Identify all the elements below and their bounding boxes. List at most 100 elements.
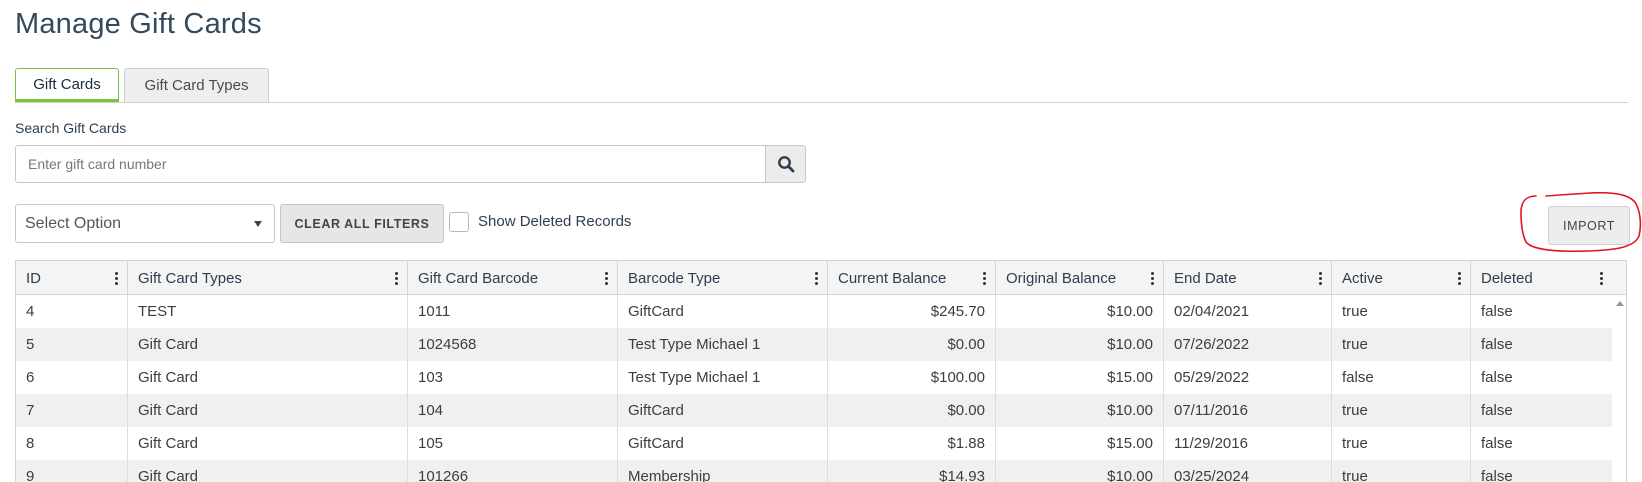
table-row[interactable]: 6 Gift Card 103 Test Type Michael 1 $100.00 $… [16, 361, 1612, 394]
table-cell: Gift Card [128, 361, 408, 394]
table-cell: Gift Card [128, 394, 408, 427]
table-cell: $10.00 [996, 295, 1164, 328]
table-cell: 1011 [408, 295, 618, 328]
table-row[interactable]: 4 TEST 1011 GiftCard $245.70 $10.00 02/04/2021… [16, 295, 1612, 328]
tab-gift-card-types[interactable]: Gift Card Types [124, 68, 269, 102]
column-menu-icon[interactable] [605, 272, 609, 286]
table-cell: false [1481, 435, 1513, 452]
column-menu-icon[interactable] [395, 272, 399, 286]
table-cell: Gift Card [128, 460, 408, 482]
table-cell: false [1481, 468, 1513, 482]
page-title: Manage Gift Cards [15, 8, 262, 40]
table-cell: true [1332, 295, 1471, 328]
column-header-label: Gift Card Barcode [418, 269, 539, 287]
show-deleted-checkbox[interactable] [449, 212, 469, 232]
table-cell: Gift Card [128, 328, 408, 361]
table-row[interactable]: 8 Gift Card 105 GiftCard $1.88 $15.00 11/29/20… [16, 427, 1612, 460]
import-button[interactable]: IMPORT [1548, 206, 1630, 245]
gift-cards-grid: ID Gift Card Types Gift Card Barcode Bar… [15, 260, 1627, 482]
table-cell: 05/29/2022 [1164, 361, 1332, 394]
table-cell: Gift Card [128, 427, 408, 460]
column-header-label: Original Balance [1006, 269, 1117, 287]
vertical-scrollbar[interactable] [1612, 295, 1626, 482]
table-cell: 6 [16, 361, 128, 394]
scroll-up-arrow-icon[interactable] [1616, 301, 1624, 306]
table-row[interactable]: 7 Gift Card 104 GiftCard $0.00 $10.00 07/11/20… [16, 394, 1612, 427]
column-menu-icon[interactable] [115, 272, 119, 286]
table-cell: 07/11/2016 [1164, 394, 1332, 427]
table-cell: false [1481, 336, 1513, 353]
table-cell: $0.00 [828, 394, 996, 427]
table-cell: 5 [16, 328, 128, 361]
table-cell: false [1481, 369, 1513, 386]
table-cell: 105 [408, 427, 618, 460]
column-header-original-balance[interactable]: Original Balance [996, 261, 1164, 295]
table-cell: 103 [408, 361, 618, 394]
table-cell: $15.00 [996, 361, 1164, 394]
clear-all-filters-button[interactable]: CLEAR ALL FILTERS [280, 204, 444, 243]
column-header-label: Current Balance [838, 269, 947, 287]
table-cell: GiftCard [618, 427, 828, 460]
column-header-barcode-type[interactable]: Barcode Type [618, 261, 828, 295]
table-cell: 02/04/2021 [1164, 295, 1332, 328]
table-cell: $0.00 [828, 328, 996, 361]
column-menu-icon[interactable] [983, 272, 987, 286]
table-cell: Test Type Michael 1 [618, 328, 828, 361]
column-menu-icon[interactable] [1600, 272, 1604, 286]
column-menu-icon[interactable] [1151, 272, 1155, 286]
table-cell: true [1332, 328, 1471, 361]
search-input[interactable] [15, 145, 766, 183]
column-header-gift-card-barcode[interactable]: Gift Card Barcode [408, 261, 618, 295]
table-cell: false [1481, 402, 1513, 419]
table-cell: true [1332, 460, 1471, 482]
column-header-end-date[interactable]: End Date [1164, 261, 1332, 295]
table-cell: $245.70 [828, 295, 996, 328]
table-cell: 101266 [408, 460, 618, 482]
table-cell: 8 [16, 427, 128, 460]
table-cell: 1024568 [408, 328, 618, 361]
table-cell: Test Type Michael 1 [618, 361, 828, 394]
filter-select-value: Select Option [25, 214, 122, 232]
column-menu-icon[interactable] [1319, 272, 1323, 286]
column-header-id[interactable]: ID [16, 261, 128, 295]
table-cell: 07/26/2022 [1164, 328, 1332, 361]
column-header-label: Deleted [1481, 269, 1533, 287]
grid-header: ID Gift Card Types Gift Card Barcode Bar… [16, 261, 1626, 295]
table-cell: $100.00 [828, 361, 996, 394]
table-cell: false [1332, 361, 1471, 394]
table-cell: true [1332, 394, 1471, 427]
column-header-current-balance[interactable]: Current Balance [828, 261, 996, 295]
search-button[interactable] [765, 145, 806, 183]
tab-gift-cards[interactable]: Gift Cards [15, 68, 119, 102]
table-cell: 4 [16, 295, 128, 328]
column-header-label: Gift Card Types [138, 269, 242, 287]
column-header-active[interactable]: Active [1332, 261, 1471, 295]
table-row[interactable]: 5 Gift Card 1024568 Test Type Michael 1 $0.0… [16, 328, 1612, 361]
column-header-deleted[interactable]: Deleted [1471, 261, 1612, 295]
filter-select[interactable]: Select Option [15, 204, 275, 243]
table-cell: false [1481, 303, 1513, 320]
table-cell: 03/25/2024 [1164, 460, 1332, 482]
table-cell: $10.00 [996, 460, 1164, 482]
table-cell: 9 [16, 460, 128, 482]
table-row[interactable]: 9 Gift Card 101266 Membership $14.93 $10.00 03… [16, 460, 1612, 482]
table-cell: $14.93 [828, 460, 996, 482]
table-cell: TEST [128, 295, 408, 328]
column-header-label: End Date [1174, 269, 1237, 287]
table-cell: GiftCard [618, 394, 828, 427]
caret-down-icon [254, 221, 262, 227]
column-header-label: Barcode Type [628, 269, 721, 287]
column-header-label: ID [26, 269, 41, 287]
table-cell: $10.00 [996, 394, 1164, 427]
table-cell: 11/29/2016 [1164, 427, 1332, 460]
column-menu-icon[interactable] [815, 272, 819, 286]
search-label: Search Gift Cards [15, 120, 127, 136]
column-menu-icon[interactable] [1458, 272, 1462, 286]
table-cell: $15.00 [996, 427, 1164, 460]
column-header-label: Active [1342, 269, 1383, 287]
table-cell: $10.00 [996, 328, 1164, 361]
column-header-gift-card-types[interactable]: Gift Card Types [128, 261, 408, 295]
table-cell: $1.88 [828, 427, 996, 460]
show-deleted-label: Show Deleted Records [478, 213, 632, 230]
table-cell: true [1332, 427, 1471, 460]
